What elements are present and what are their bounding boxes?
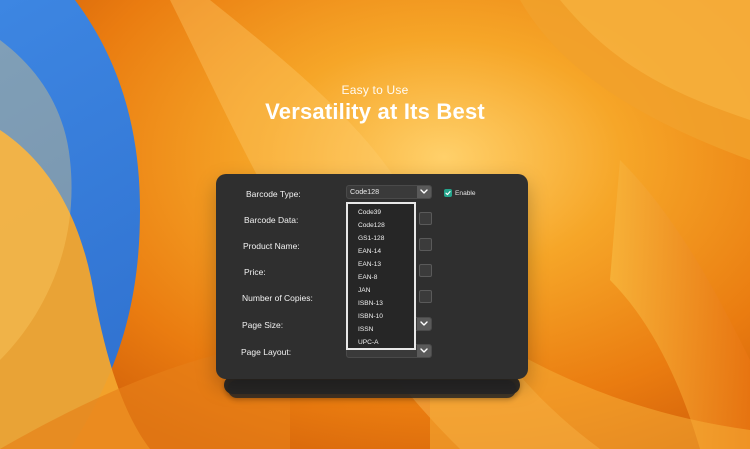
dropdown-option[interactable]: EAN-14 bbox=[358, 248, 381, 256]
barcode-type-select[interactable]: Code128 bbox=[346, 185, 432, 199]
barcode-data-label: Barcode Data: bbox=[244, 215, 299, 225]
product-name-field[interactable] bbox=[419, 238, 432, 251]
barcode-type-value: Code128 bbox=[350, 187, 380, 196]
number-of-copies-label: Number of Copies: bbox=[242, 293, 313, 303]
barcode-data-field[interactable] bbox=[419, 212, 432, 225]
barcode-type-label: Barcode Type: bbox=[246, 189, 301, 199]
page-size-dropdown-button[interactable] bbox=[417, 318, 431, 330]
price-label: Price: bbox=[244, 267, 266, 277]
barcode-type-dropdown-list: Code39 Code128 GS1-128 EAN-14 EAN-13 EAN… bbox=[346, 202, 416, 350]
dropdown-option[interactable]: Code39 bbox=[358, 209, 381, 217]
barcode-type-dropdown-button[interactable] bbox=[417, 186, 431, 198]
dropdown-option[interactable]: UPC-A bbox=[358, 339, 379, 347]
dropdown-option[interactable]: ISBN-13 bbox=[358, 300, 383, 308]
chevron-down-icon bbox=[420, 348, 428, 353]
enable-label: Enable bbox=[455, 189, 476, 197]
panel-shadow-layer bbox=[228, 380, 516, 398]
dropdown-option[interactable]: GS1-128 bbox=[358, 235, 384, 243]
dropdown-option[interactable]: JAN bbox=[358, 287, 370, 295]
barcode-settings-panel: Barcode Type: Code128 Enable Barcode Dat… bbox=[216, 174, 528, 379]
price-field[interactable] bbox=[419, 264, 432, 277]
dropdown-option[interactable]: EAN-8 bbox=[358, 274, 377, 282]
enable-checkbox[interactable] bbox=[444, 189, 452, 197]
hero-subtitle: Easy to Use bbox=[341, 83, 409, 97]
hero-heading: Easy to Use Versatility at Its Best bbox=[0, 82, 750, 126]
dropdown-option[interactable]: Code128 bbox=[358, 222, 385, 230]
check-icon bbox=[445, 191, 451, 196]
dropdown-option[interactable]: EAN-13 bbox=[358, 261, 381, 269]
page-layout-label: Page Layout: bbox=[241, 347, 292, 357]
hero-title: Versatility at Its Best bbox=[265, 99, 485, 124]
product-name-label: Product Name: bbox=[243, 241, 300, 251]
barcode-panel-stack: Barcode Type: Code128 Enable Barcode Dat… bbox=[216, 174, 528, 398]
chevron-down-icon bbox=[420, 321, 428, 326]
page-size-label: Page Size: bbox=[242, 320, 284, 330]
chevron-down-icon bbox=[420, 189, 428, 194]
page-layout-dropdown-button[interactable] bbox=[417, 345, 431, 357]
number-of-copies-field[interactable] bbox=[419, 290, 432, 303]
enable-toggle[interactable]: Enable bbox=[444, 189, 476, 197]
dropdown-option[interactable]: ISSN bbox=[358, 326, 373, 334]
dropdown-option[interactable]: ISBN-10 bbox=[358, 313, 383, 321]
